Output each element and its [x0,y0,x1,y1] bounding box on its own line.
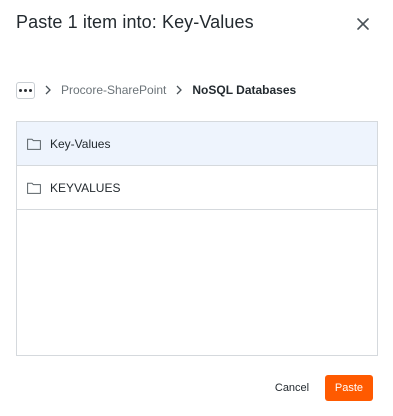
folder-icon [27,138,41,150]
folder-icon [27,182,41,194]
list-item[interactable]: Key-Values [17,122,377,166]
cancel-button[interactable]: Cancel [266,376,318,400]
more-horizontal-icon[interactable] [16,81,35,99]
dialog-title: Paste 1 item into: Key-Values [16,12,254,32]
breadcrumb: Procore-SharePoint NoSQL Databases [16,80,296,100]
chevron-right-icon [45,85,51,95]
folder-name: Key-Values [50,136,111,151]
breadcrumb-item-nosql-databases: NoSQL Databases [192,83,297,97]
close-icon[interactable] [354,15,372,33]
paste-dialog: Paste 1 item into: Key-Values Procore-Sh… [0,0,393,416]
breadcrumb-item-procore-sharepoint[interactable]: Procore-SharePoint [61,83,166,97]
folder-name: KEYVALUES [50,180,121,195]
folder-list: Key-Values KEYVALUES [16,121,378,356]
chevron-right-icon [176,85,183,95]
paste-button[interactable]: Paste [325,375,373,401]
list-item[interactable]: KEYVALUES [17,166,377,210]
